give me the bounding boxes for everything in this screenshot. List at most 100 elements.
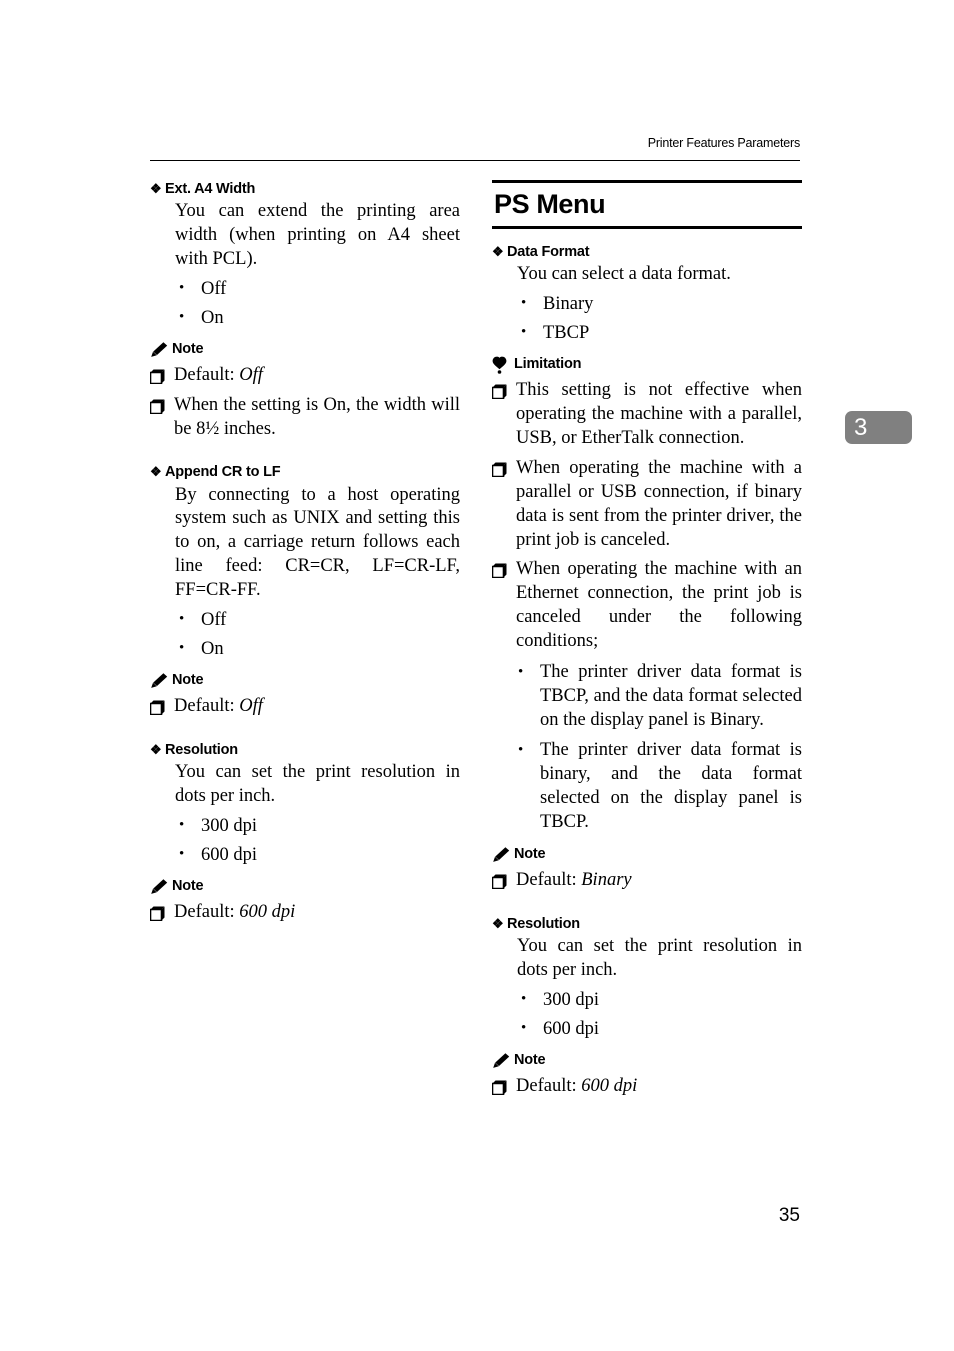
note-heading: Note [150,878,460,895]
note-text-emphasis: Binary [581,869,632,890]
round-bullet-icon: • [518,742,524,759]
note-text-pre: Default: [516,1075,582,1096]
section-data-format: ❖ Data Format You can select a data form… [491,243,802,893]
section-body: You can select a data format. [517,264,731,285]
note-text-emphasis: 600 dpi [581,1075,638,1096]
note-callout: Note Default: Off When the setting is On… [149,340,460,442]
note-item: Default: Off [149,695,460,719]
note-text: Default: Off [174,364,460,388]
limitation-text: When operating the machine with an Ether… [516,559,802,652]
note-heading: Note [492,1052,802,1069]
right-column: PS Menu ❖ Data Format You can select a d… [491,180,802,1115]
section-title: Resolution [507,915,580,932]
square-bullet-icon [149,905,174,923]
note-text-emphasis: 600 dpi [239,901,296,922]
note-text: Default: Binary [516,869,802,893]
balloon-icon [492,356,514,375]
note-item: Default: 600 dpi [149,901,460,925]
note-label: Note [172,877,204,894]
note-item: When the setting is On, the width will b… [149,394,460,442]
note-text: Default: Off [174,695,460,719]
option-label: On [201,638,224,659]
pencil-icon [492,846,514,863]
option-label: 300 dpi [201,815,258,836]
section-body: By connecting to a host operating system… [175,484,460,600]
section-body: You can extend the printing area width (… [175,201,460,269]
option-list: • Off • On [150,277,460,330]
limitation-sub-list: • The printer driver data format is TBCP… [518,661,802,835]
option-list: • Binary • TBCP [492,292,802,345]
note-callout: Note Default: 600 dpi [149,878,460,925]
list-item: • On [175,306,460,330]
left-column: ❖ Ext. A4 Width You can extend the print… [149,180,460,1115]
list-item: • Off [175,608,460,632]
option-list: • 300 dpi • 600 dpi [492,988,802,1041]
pencil-icon [150,672,172,689]
limitation-item: When operating the machine with an Ether… [491,558,802,653]
round-bullet-icon: • [179,639,185,656]
note-text-pre: Default: [516,869,582,890]
menu-rule-bottom [492,226,802,230]
note-text: Default: 600 dpi [174,901,460,925]
option-label: 600 dpi [201,844,258,865]
section-ext-a4-width: ❖ Ext. A4 Width You can extend the print… [149,180,460,442]
note-heading: Note [150,672,460,689]
section-resolution-ps: ❖ Resolution You can set the print resol… [491,915,802,1099]
round-bullet-icon: • [521,324,527,341]
option-label: 300 dpi [543,989,600,1010]
note-text: When the setting is On, the width will b… [174,394,460,439]
limitation-text: This setting is not effective when opera… [516,380,802,449]
limitation-item: This setting is not effective when opera… [491,379,802,451]
note-text-emphasis: Off [239,364,263,385]
round-bullet-icon: • [521,295,527,312]
section-heading: ❖ Resolution [492,915,802,933]
note-text: Default: 600 dpi [516,1075,802,1099]
note-heading: Note [492,846,802,863]
chapter-tab: 3 [845,411,912,444]
option-label: TBCP [543,323,590,344]
section-title: Resolution [165,741,238,758]
menu-heading-block: PS Menu [492,180,802,230]
note-label: Note [172,671,204,688]
diamond-bullet-icon: ❖ [150,741,162,757]
square-bullet-icon [491,383,516,401]
note-callout: Note Default: Off [149,672,460,719]
list-item: • Off [175,277,460,301]
note-callout: Note Default: 600 dpi [491,1052,802,1099]
note-item: Default: 600 dpi [491,1075,802,1099]
square-bullet-icon [149,699,174,717]
diamond-bullet-icon: ❖ [150,464,162,480]
limitation-sub-text: The printer driver data format is TBCP, … [540,661,802,730]
option-label: Off [201,278,227,299]
list-item: • 300 dpi [517,988,802,1012]
section-heading: ❖ Append CR to LF [150,463,460,481]
note-label: Note [172,340,204,357]
running-header: Printer Features Parameters [647,136,800,150]
section-resolution-pcl: ❖ Resolution You can set the print resol… [149,741,460,925]
round-bullet-icon: • [518,663,524,680]
section-append-cr-to-lf: ❖ Append CR to LF By connecting to a hos… [149,463,460,719]
option-label: Off [201,609,227,630]
round-bullet-icon: • [179,816,185,833]
limitation-item: When operating the machine with a parall… [491,457,802,552]
chapter-tab-number: 3 [854,414,868,441]
section-title: Ext. A4 Width [165,181,256,197]
header-rule [150,160,800,161]
note-label: Note [514,845,546,862]
round-bullet-icon: • [179,308,185,325]
page-number: 35 [778,1205,800,1226]
menu-title: PS Menu [494,189,606,219]
note-text-emphasis: Off [239,695,263,716]
round-bullet-icon: • [179,610,185,627]
diamond-bullet-icon: ❖ [492,915,504,931]
section-heading: ❖ Resolution [150,741,460,759]
list-item: • On [175,637,460,661]
option-label: 600 dpi [543,1018,600,1039]
list-item: • The printer driver data format is TBCP… [518,661,802,733]
note-item: Default: Off [149,364,460,388]
section-body: You can set the print resolution in dots… [175,761,460,806]
pencil-icon [492,1052,514,1069]
option-list: • 300 dpi • 600 dpi [150,814,460,867]
list-item: • 600 dpi [175,843,460,867]
square-bullet-icon [149,368,174,386]
